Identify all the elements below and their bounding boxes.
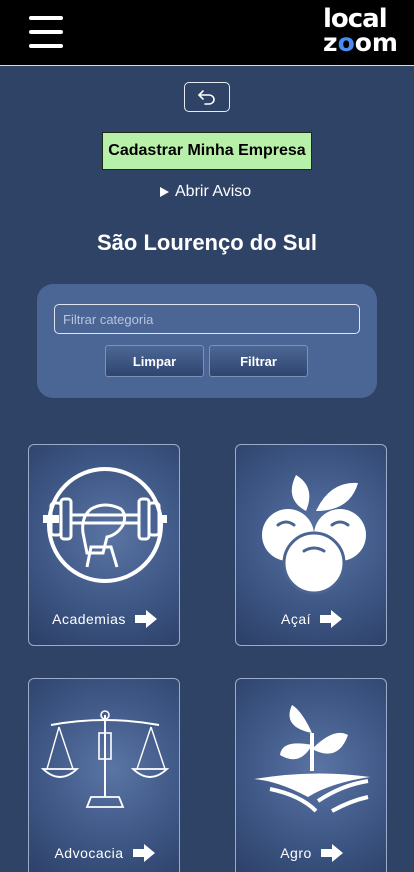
acai-berries-icon xyxy=(262,475,366,595)
category-label: Advocacia xyxy=(29,843,181,863)
register-company-button[interactable]: Cadastrar Minha Empresa xyxy=(102,132,312,170)
category-card-agro[interactable]: Agro xyxy=(235,678,387,872)
sprout-field-icon xyxy=(254,705,370,813)
disclosure-triangle-icon xyxy=(160,187,169,197)
clear-button[interactable]: Limpar xyxy=(105,345,204,377)
dumbbell-fist-icon xyxy=(43,467,167,583)
filter-button[interactable]: Filtrar xyxy=(209,345,308,377)
filter-panel: Filtrar categoria Limpar Filtrar xyxy=(37,284,377,398)
category-filter-input[interactable]: Filtrar categoria xyxy=(54,304,360,334)
arrow-right-icon xyxy=(134,610,157,628)
category-card-advocacia[interactable]: Advocacia xyxy=(28,678,180,872)
category-card-academias[interactable]: Academias xyxy=(28,444,180,646)
city-title: São Lourenço do Sul xyxy=(96,230,317,255)
open-notice-toggle[interactable]: Abrir Aviso xyxy=(160,183,251,201)
arrow-right-icon xyxy=(320,844,343,862)
undo-arrow-icon xyxy=(198,90,215,105)
hamburger-menu-icon[interactable] xyxy=(29,16,63,48)
back-button[interactable] xyxy=(184,82,230,112)
arrow-right-icon xyxy=(132,844,155,862)
category-label: Agro xyxy=(236,843,388,863)
scales-of-justice-icon xyxy=(40,710,170,808)
top-bar: local zoom xyxy=(0,0,414,66)
category-label: Academias xyxy=(29,609,181,629)
arrow-right-icon xyxy=(320,610,342,628)
localzoom-logo[interactable]: local zoom xyxy=(323,6,398,58)
category-card-acai[interactable]: Açaí xyxy=(235,444,387,646)
category-label: Açaí xyxy=(236,609,388,629)
open-notice-label: Abrir Aviso xyxy=(175,183,252,200)
